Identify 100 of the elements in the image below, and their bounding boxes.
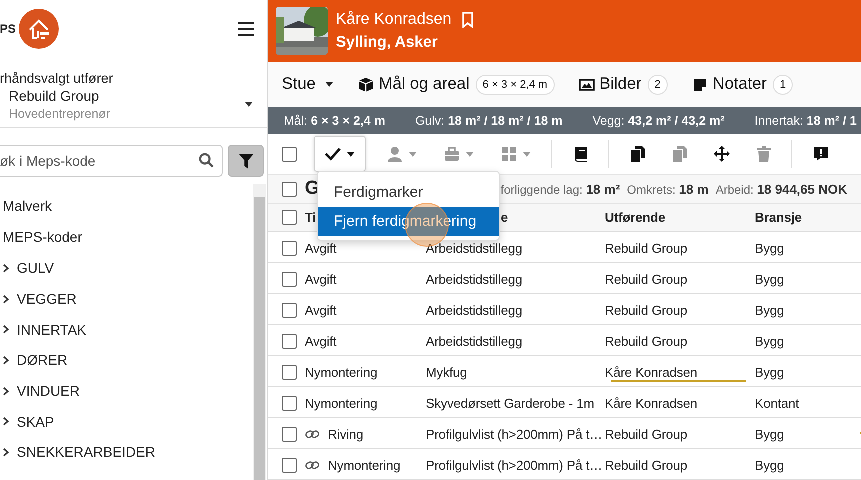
preset-label: rhåndsvalgt utfører xyxy=(0,71,114,86)
paste-icon xyxy=(672,146,688,162)
tab[interactable]: Bilder 2 xyxy=(578,74,668,94)
table-cell: Kåre Konradsen xyxy=(605,396,698,411)
logo-icon xyxy=(19,9,60,49)
table-cell: Arbeidstidstillegg xyxy=(426,272,522,287)
table-cell: Arbeidstidstillegg xyxy=(426,334,522,349)
count-badge: 6 × 3 × 2,4 m xyxy=(476,74,555,94)
project-address: Sylling, Asker xyxy=(336,34,439,52)
table-cell: Arbeidstidstillegg xyxy=(426,241,522,256)
count-badge: 1 xyxy=(773,74,794,94)
trash-icon xyxy=(756,146,772,162)
tab[interactable]: Mål og areal 6 × 3 × 2,4 m xyxy=(358,74,555,94)
checkbox[interactable] xyxy=(282,396,297,411)
tab-icon xyxy=(692,76,708,92)
move-icon xyxy=(714,146,730,162)
tab-icon xyxy=(358,76,374,92)
tree-item[interactable]: VEGGER xyxy=(17,291,77,308)
executor-name: Rebuild Group xyxy=(9,88,100,104)
chevron-right-icon[interactable] xyxy=(3,264,9,273)
checkbox[interactable] xyxy=(282,458,297,473)
table-cell: Profilgulvlist (h>200mm) På t… xyxy=(426,427,603,442)
table-cell: Profilgulvlist (h>200mm) På t… xyxy=(426,458,603,473)
checkbox[interactable] xyxy=(282,272,297,287)
chevron-right-icon[interactable] xyxy=(3,294,9,304)
count-badge: 2 xyxy=(648,74,668,94)
chevron-right-icon[interactable] xyxy=(3,325,9,334)
table-cell: Kontant xyxy=(755,396,800,411)
message-alert-icon xyxy=(813,146,829,162)
tree-item[interactable]: GULV xyxy=(17,260,54,276)
checkbox[interactable] xyxy=(282,146,297,162)
person-icon xyxy=(387,146,403,162)
checkbox[interactable] xyxy=(282,210,297,225)
group-stat: forliggende lag: 18 m² xyxy=(500,182,620,196)
column-header[interactable]: Utførende xyxy=(605,210,755,225)
table-cell: Bygg xyxy=(755,303,784,318)
book-icon xyxy=(573,146,589,162)
filter-button[interactable] xyxy=(228,145,264,177)
tab[interactable]: Stue xyxy=(282,75,334,94)
table-cell: Avgift xyxy=(305,241,337,256)
table-cell: Bygg xyxy=(755,458,784,473)
chevron-right-icon[interactable] xyxy=(3,386,9,396)
menu-icon[interactable] xyxy=(238,22,254,36)
logo-text: PS xyxy=(0,22,16,36)
tree-item[interactable]: MEPS-koder xyxy=(0,222,82,253)
caret-icon xyxy=(324,82,334,87)
tree-item[interactable]: Malverk xyxy=(0,191,52,222)
dimension-text: Vegg: 43,2 m² / 43,2 m² xyxy=(592,114,725,128)
column-header[interactable]: Bransje xyxy=(755,210,860,225)
table-cell: Rebuild Group xyxy=(605,272,688,287)
checkbox[interactable] xyxy=(282,427,297,442)
caret-icon xyxy=(466,152,474,156)
table-cell: Skyvedørsett Garderobe - 1m xyxy=(426,396,595,411)
table-cell: Rebuild Group xyxy=(605,303,688,318)
bookmark-icon[interactable] xyxy=(462,12,474,28)
table-cell: Bygg xyxy=(755,241,784,256)
table-cell: Bygg xyxy=(755,272,784,287)
tree-item[interactable]: SKAP xyxy=(17,414,54,430)
search-field[interactable]: øk i Meps-kode xyxy=(0,145,223,177)
dimension-text: Mål: 6 × 3 × 2,4 m xyxy=(284,114,386,128)
tree-item[interactable]: INNERTAK xyxy=(17,322,86,338)
table-cell: Avgift xyxy=(305,334,337,349)
table-cell: Rebuild Group xyxy=(605,427,688,442)
checkbox[interactable] xyxy=(282,182,297,196)
grid-icon xyxy=(501,146,517,162)
tree-item[interactable]: SNEKKERARBEIDER xyxy=(17,444,156,460)
table-cell: Nymontering xyxy=(328,458,401,473)
table-cell: Mykfug xyxy=(426,365,468,380)
scrollbar[interactable] xyxy=(253,184,266,480)
filter-icon xyxy=(238,154,254,168)
dimension-text: Gulv: 18 m² / 18 m² / 18 m xyxy=(415,114,563,128)
menu-item[interactable]: Ferdigmarker xyxy=(318,178,499,207)
caret-icon xyxy=(347,152,355,156)
table-cell: Bygg xyxy=(755,334,784,349)
search-icon xyxy=(199,153,214,168)
table-cell: Bygg xyxy=(755,427,784,442)
caret-icon xyxy=(523,152,531,156)
chevron-right-icon[interactable] xyxy=(3,448,9,457)
table-cell: Bygg xyxy=(755,365,784,380)
table-cell: Arbeidstidstillegg xyxy=(426,303,522,318)
tab[interactable]: Notater 1 xyxy=(692,74,794,94)
tree-item[interactable]: VINDUER xyxy=(17,383,80,400)
scroll-thumb[interactable] xyxy=(254,197,265,480)
table-cell: Rebuild Group xyxy=(605,241,688,256)
caret-icon xyxy=(245,102,253,107)
tab-icon xyxy=(578,76,595,92)
toolbox-icon xyxy=(444,146,460,162)
checkbox[interactable] xyxy=(282,365,297,380)
table-cell: Rebuild Group xyxy=(605,458,688,473)
project-name: Kåre Konradsen xyxy=(336,10,452,28)
table-cell: Rebuild Group xyxy=(605,334,688,349)
chevron-right-icon[interactable] xyxy=(3,356,9,365)
table-cell: Nymontering xyxy=(305,365,378,380)
checkbox[interactable] xyxy=(282,303,297,318)
checkbox[interactable] xyxy=(282,334,297,349)
checkbox[interactable] xyxy=(282,241,297,256)
executor-select[interactable]: Rebuild Group Hovedentreprenør xyxy=(0,86,267,128)
check-icon xyxy=(325,146,341,162)
tree-item[interactable]: DØRER xyxy=(17,352,68,368)
chevron-right-icon[interactable] xyxy=(3,417,9,426)
